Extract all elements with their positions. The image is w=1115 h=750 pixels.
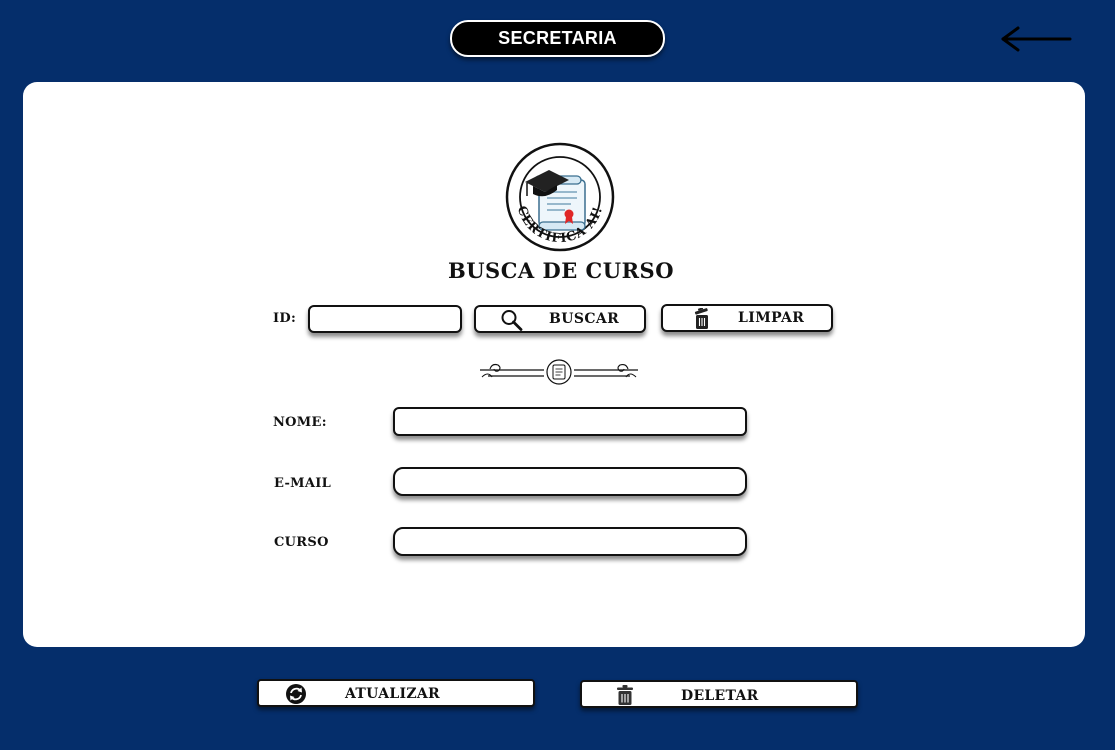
name-input[interactable]	[393, 407, 747, 436]
graduation-certificate-logo: CERTIFICA AI!	[505, 142, 615, 252]
delete-button-label: DELETAR	[681, 688, 759, 704]
clear-button[interactable]: LIMPAR	[661, 304, 833, 332]
magnifier-icon	[501, 310, 523, 331]
trash-icon	[617, 685, 633, 705]
clear-button-label: LIMPAR	[738, 310, 805, 326]
ornamental-scroll-divider	[480, 359, 638, 385]
email-label: E-MAIL	[274, 476, 332, 491]
id-label: ID:	[273, 311, 297, 326]
delete-button[interactable]: DELETAR	[580, 680, 858, 708]
update-button-label: ATUALIZAR	[345, 686, 440, 702]
search-button[interactable]: BUSCAR	[474, 305, 646, 333]
search-button-label: BUSCAR	[549, 311, 620, 327]
refresh-icon	[286, 684, 306, 704]
page-header-pill: SECRETARIA	[450, 20, 665, 57]
page-title: BUSCA DE CURSO	[447, 258, 674, 283]
arrow-left-icon[interactable]	[996, 24, 1076, 56]
course-input[interactable]	[393, 527, 747, 556]
update-button[interactable]: ATUALIZAR	[257, 679, 535, 707]
page-header-title: SECRETARIA	[498, 28, 617, 48]
email-input[interactable]	[393, 467, 747, 496]
course-label: CURSO	[274, 535, 329, 550]
name-label: NOME:	[273, 415, 327, 430]
id-input[interactable]	[308, 305, 462, 333]
trash-icon	[694, 308, 708, 329]
